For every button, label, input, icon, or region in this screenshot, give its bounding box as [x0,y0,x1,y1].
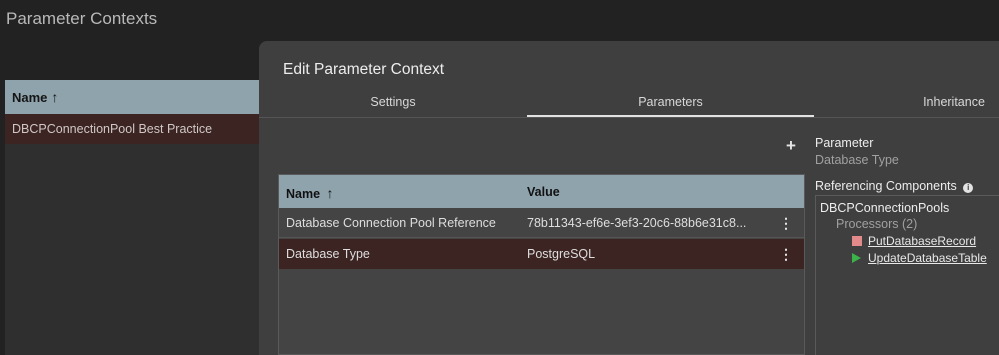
referencing-components-label: Referencing Components i [815,179,974,193]
processor-link-putdatabaserecord[interactable]: PutDatabaseRecord [852,234,976,248]
tab-parameters[interactable]: Parameters [527,95,814,117]
more-vertical-icon[interactable]: ⋮ [779,215,793,231]
column-header-label: Name [12,89,48,105]
arrow-up-icon: ↑ [51,89,59,105]
tabs-divider [259,117,999,118]
stop-icon [852,236,862,246]
column-header-name[interactable]: Name ↑ [5,80,265,114]
arrow-up-icon: ↑ [326,185,334,201]
page-title: Parameter Contexts [6,9,158,28]
processors-count: Processors (2) [836,217,918,231]
column-header-name[interactable]: Name ↑ [286,185,334,201]
processor-link-updatedatabasetable[interactable]: UpdateDatabaseTable [852,251,987,265]
table-row[interactable]: Database Type PostgreSQL ⋮ [279,239,804,269]
info-icon[interactable]: i [963,183,974,193]
more-vertical-icon[interactable]: ⋮ [779,246,793,262]
processor-name: UpdateDatabaseTable [868,251,987,265]
parameter-name: Database Type [286,247,370,261]
column-header-value[interactable]: Value [527,185,560,199]
referencing-components-list: DBCPConnectionPools Processors (2) PutDa… [815,195,999,355]
edit-parameter-context-dialog: Edit Parameter Context Settings Paramete… [259,41,999,355]
add-parameter-button[interactable]: + [783,136,799,155]
parameter-value: Database Type [815,153,899,167]
table-row[interactable]: Database Connection Pool Reference 78b11… [279,208,804,238]
column-header-label: Name [286,187,321,201]
parameters-table: Name ↑ Value Database Connection Pool Re… [278,174,805,355]
dialog-title: Edit Parameter Context [283,61,445,78]
tab-settings[interactable]: Settings [289,95,497,117]
referencing-components-text: Referencing Components [815,179,957,193]
play-icon [852,253,861,263]
parameter-name: Database Connection Pool Reference [286,216,496,230]
parameter-value: PostgreSQL [527,247,596,261]
parameter-contexts-table: Name ↑ DBCPConnectionPool Best Practice [5,80,265,355]
table-row[interactable]: DBCPConnectionPool Best Practice [5,114,265,144]
table-header: Name ↑ Value [279,175,804,208]
plus-icon: + [786,136,796,155]
parameter-value: 78b11343-ef6e-3ef3-20c6-88b6e31c8... [527,216,747,230]
table-cell-name: DBCPConnectionPool Best Practice [12,122,213,136]
parameter-label: Parameter [815,136,874,150]
tab-inheritance[interactable]: Inheritance [899,95,999,117]
processor-name: PutDatabaseRecord [868,234,977,248]
controller-service-group: DBCPConnectionPools [820,201,950,215]
